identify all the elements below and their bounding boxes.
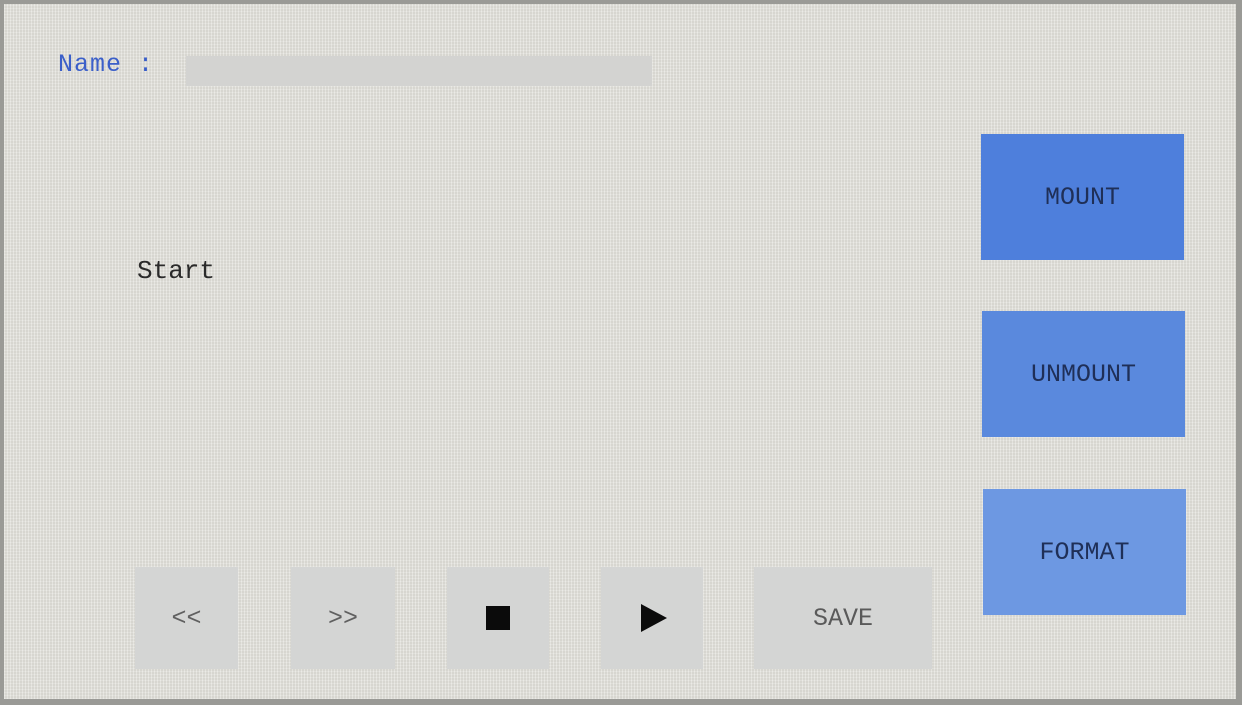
- rewind-button[interactable]: <<: [135, 567, 238, 669]
- stop-button[interactable]: [447, 567, 549, 669]
- name-input[interactable]: [186, 56, 652, 86]
- play-button[interactable]: [601, 567, 703, 669]
- rewind-button-label: <<: [171, 603, 202, 633]
- save-button-label: SAVE: [812, 603, 873, 633]
- format-button[interactable]: FORMAT: [983, 489, 1186, 615]
- unmount-button[interactable]: UNMOUNT: [982, 311, 1185, 437]
- play-icon: [641, 604, 667, 632]
- forward-button[interactable]: >>: [291, 567, 395, 669]
- forward-button-label: >>: [327, 603, 358, 633]
- unmount-button-label: UNMOUNT: [1030, 359, 1137, 389]
- name-label: Name :: [58, 50, 155, 79]
- stop-icon: [486, 606, 510, 630]
- status-text: Start: [137, 256, 216, 286]
- device-screen: Name : Start MOUNT UNMOUNT FORMAT << >> …: [4, 4, 1236, 699]
- mount-button-label: MOUNT: [1044, 182, 1120, 212]
- save-button[interactable]: SAVE: [754, 567, 932, 669]
- format-button-label: FORMAT: [1039, 537, 1130, 567]
- mount-button[interactable]: MOUNT: [981, 134, 1184, 260]
